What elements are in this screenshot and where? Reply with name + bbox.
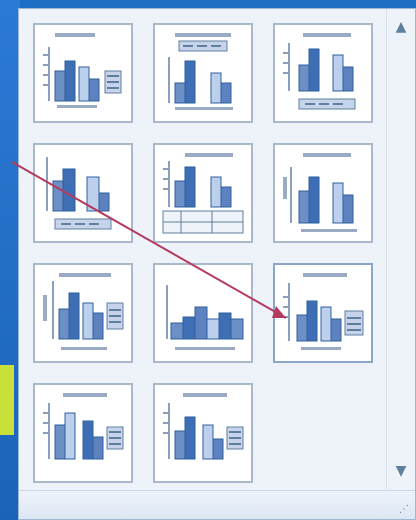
layout-11-preview [163, 393, 244, 460]
scroll-up-arrow-icon[interactable]: ▲ [387, 15, 415, 39]
chart-layout-9[interactable] [273, 263, 373, 363]
chart-layout-3[interactable] [273, 23, 373, 123]
gallery-footer: ⋰ [19, 490, 415, 519]
chart-layout-10[interactable] [33, 383, 133, 483]
chart-layout-2[interactable] [153, 23, 253, 123]
chart-layout-4[interactable] [33, 143, 133, 243]
layout-7-preview [43, 273, 124, 350]
layout-10-preview [43, 393, 124, 460]
chart-layout-5[interactable] [153, 143, 253, 243]
layout-3-preview [283, 33, 356, 110]
resize-grip-icon[interactable]: ⋰ [399, 504, 409, 515]
layout-2-preview [168, 33, 233, 110]
gallery-scrollbar[interactable]: ▲ ▼ [386, 9, 415, 489]
chart-layout-gallery: ▲ ▼ ⋰ [18, 8, 416, 520]
layout-8-preview [166, 285, 244, 350]
scroll-down-arrow-icon[interactable]: ▼ [387, 459, 415, 483]
layout-4-preview [46, 157, 112, 230]
desktop-background [0, 0, 20, 520]
desktop-lime-block [0, 365, 14, 435]
chart-layout-8[interactable] [153, 263, 253, 363]
chart-layout-7[interactable] [33, 263, 133, 363]
chart-layout-1[interactable] [33, 23, 133, 123]
chart-layout-11[interactable] [153, 383, 253, 483]
layout-6-preview [283, 153, 357, 232]
layout-1-preview [43, 33, 122, 108]
chart-layout-6[interactable] [273, 143, 373, 243]
layout-grid [23, 13, 385, 493]
layout-9-preview [283, 273, 364, 350]
layout-5-preview [162, 153, 244, 234]
